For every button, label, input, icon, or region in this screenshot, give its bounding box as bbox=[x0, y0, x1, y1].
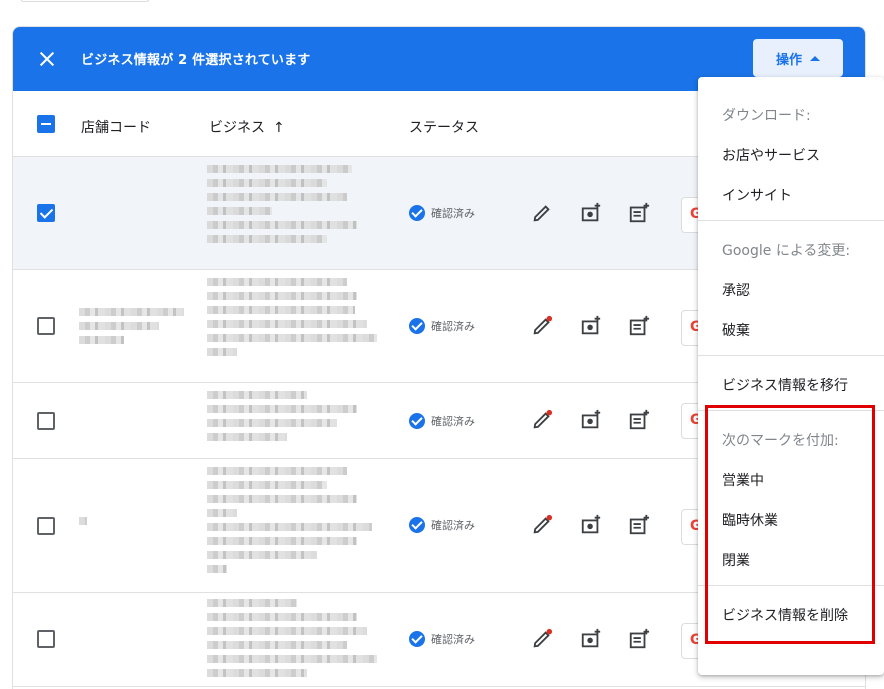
row-checkbox[interactable] bbox=[37, 517, 55, 535]
status-label: 確認済み bbox=[431, 207, 475, 220]
verified-icon bbox=[409, 631, 425, 647]
row-checkbox[interactable] bbox=[37, 630, 55, 648]
status-label: 確認済み bbox=[431, 519, 475, 532]
status-verified: 確認済み bbox=[409, 413, 475, 429]
store-code-redacted bbox=[79, 308, 184, 350]
edit-pencil-icon[interactable] bbox=[531, 202, 553, 224]
verified-icon bbox=[409, 413, 425, 429]
business-name-redacted bbox=[207, 278, 377, 362]
status-verified: 確認済み bbox=[409, 205, 475, 221]
add-post-icon[interactable] bbox=[628, 514, 650, 536]
top-stub bbox=[20, 0, 150, 2]
add-photo-icon[interactable] bbox=[580, 315, 602, 337]
status-verified: 確認済み bbox=[409, 631, 475, 647]
verified-icon bbox=[409, 517, 425, 533]
add-photo-icon[interactable] bbox=[580, 628, 602, 650]
add-post-icon[interactable] bbox=[628, 202, 650, 224]
edit-pencil-alert-icon[interactable] bbox=[531, 315, 553, 337]
add-post-icon[interactable] bbox=[628, 409, 650, 431]
add-photo-icon[interactable] bbox=[580, 514, 602, 536]
business-name-redacted bbox=[207, 165, 357, 249]
menu-item-services[interactable]: お店やサービス bbox=[722, 145, 820, 165]
actions-button[interactable]: 操作 bbox=[753, 39, 843, 77]
menu-header-google-changes: Google による変更: bbox=[722, 243, 851, 259]
menu-header-download: ダウンロード: bbox=[722, 108, 811, 124]
select-all-checkbox[interactable] bbox=[37, 115, 55, 133]
edit-pencil-alert-icon[interactable] bbox=[531, 409, 553, 431]
row-checkbox[interactable] bbox=[37, 412, 55, 430]
column-store-code[interactable]: 店舗コード bbox=[81, 117, 151, 137]
edit-pencil-alert-icon[interactable] bbox=[531, 628, 553, 650]
menu-item-insights[interactable]: インサイト bbox=[722, 185, 792, 205]
column-business[interactable]: ビジネス ↑ bbox=[209, 117, 285, 137]
store-code-redacted bbox=[79, 517, 87, 531]
status-verified: 確認済み bbox=[409, 517, 475, 533]
verified-icon bbox=[409, 318, 425, 334]
column-business-label: ビジネス bbox=[209, 120, 265, 136]
business-name-redacted bbox=[207, 467, 377, 579]
menu-item-transfer[interactable]: ビジネス情報を移行 bbox=[722, 375, 848, 395]
sort-arrow-up-icon: ↑ bbox=[273, 120, 285, 136]
business-name-redacted bbox=[207, 599, 377, 683]
edit-pencil-alert-icon[interactable] bbox=[531, 514, 553, 536]
business-name-redacted bbox=[207, 391, 357, 447]
row-checkbox[interactable] bbox=[37, 317, 55, 335]
actions-button-label: 操作 bbox=[775, 52, 802, 68]
add-photo-icon[interactable] bbox=[580, 202, 602, 224]
status-label: 確認済み bbox=[431, 320, 475, 333]
row-checkbox[interactable] bbox=[37, 204, 55, 222]
menu-item-approve[interactable]: 承認 bbox=[722, 280, 750, 300]
status-label: 確認済み bbox=[431, 633, 475, 646]
add-post-icon[interactable] bbox=[628, 628, 650, 650]
menu-divider bbox=[698, 355, 884, 356]
status-verified: 確認済み bbox=[409, 318, 475, 334]
menu-item-discard[interactable]: 破棄 bbox=[722, 320, 750, 340]
caret-up-icon bbox=[810, 55, 820, 61]
selection-count-text: ビジネス情報が 2 件選択されています bbox=[81, 53, 311, 68]
column-status[interactable]: ステータス bbox=[409, 117, 479, 137]
highlight-annotation-box bbox=[705, 405, 875, 644]
add-photo-icon[interactable] bbox=[580, 409, 602, 431]
add-post-icon[interactable] bbox=[628, 315, 650, 337]
close-icon[interactable] bbox=[35, 47, 59, 71]
verified-icon bbox=[409, 205, 425, 221]
status-label: 確認済み bbox=[431, 415, 475, 428]
menu-divider bbox=[698, 220, 884, 221]
